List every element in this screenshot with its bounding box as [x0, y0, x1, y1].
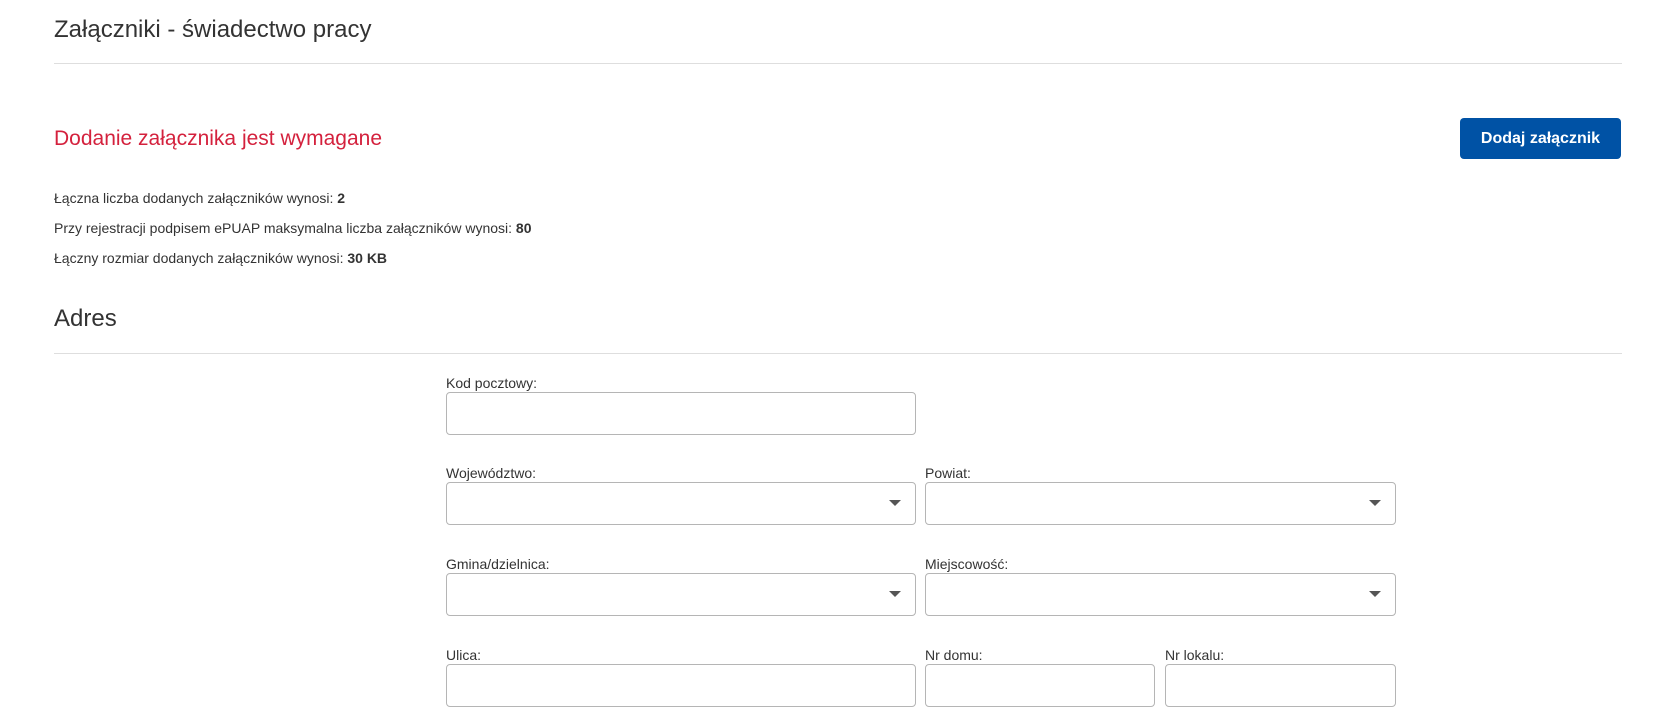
postal-code-input[interactable]: [446, 392, 916, 435]
apartment-number-label: Nr lokalu:: [1165, 647, 1225, 663]
street-label: Ulica:: [446, 647, 482, 663]
house-number-label: Nr domu:: [925, 647, 983, 663]
attachments-size-label: Łączny rozmiar dodanych załączników wyno…: [54, 250, 348, 266]
address-divider: [54, 353, 1622, 354]
address-section-title: Adres: [54, 305, 117, 332]
voivodeship-select[interactable]: [446, 482, 916, 525]
attachments-count-info: Łączna liczba dodanych załączników wynos…: [54, 188, 345, 208]
attachments-size-info: Łączny rozmiar dodanych załączników wyno…: [54, 248, 387, 268]
attachment-required-message: Dodanie załącznika jest wymagane: [54, 127, 383, 150]
attachments-count-value: 2: [337, 190, 346, 206]
caret-down-icon: [889, 500, 901, 506]
postal-code-label: Kod pocztowy:: [446, 375, 538, 391]
attachments-count-label: Łączna liczba dodanych załączników wynos…: [54, 190, 338, 206]
apartment-number-input[interactable]: [1165, 664, 1396, 707]
page: Załączniki - świadectwo pracy Dodanie za…: [0, 0, 1665, 727]
caret-down-icon: [1369, 591, 1381, 597]
attachments-divider: [54, 63, 1622, 64]
locality-select[interactable]: [925, 573, 1396, 616]
caret-down-icon: [1369, 500, 1381, 506]
attachments-section-title: Załączniki - świadectwo pracy: [54, 16, 372, 43]
voivodeship-label: Województwo:: [446, 465, 537, 481]
street-input[interactable]: [446, 664, 916, 707]
house-number-input[interactable]: [925, 664, 1155, 707]
commune-select[interactable]: [446, 573, 916, 616]
attachments-size-value: 30 KB: [347, 250, 388, 266]
attachments-max-info: Przy rejestracji podpisem ePUAP maksymal…: [54, 218, 532, 238]
attachments-max-value: 80: [515, 220, 532, 236]
commune-label: Gmina/dzielnica:: [446, 556, 550, 572]
caret-down-icon: [889, 591, 901, 597]
county-label: Powiat:: [925, 465, 971, 481]
locality-label: Miejscowość:: [925, 556, 1009, 572]
county-select[interactable]: [925, 482, 1396, 525]
add-attachment-button[interactable]: Dodaj załącznik: [1460, 118, 1621, 159]
attachments-max-label: Przy rejestracji podpisem ePUAP maksymal…: [54, 220, 516, 236]
